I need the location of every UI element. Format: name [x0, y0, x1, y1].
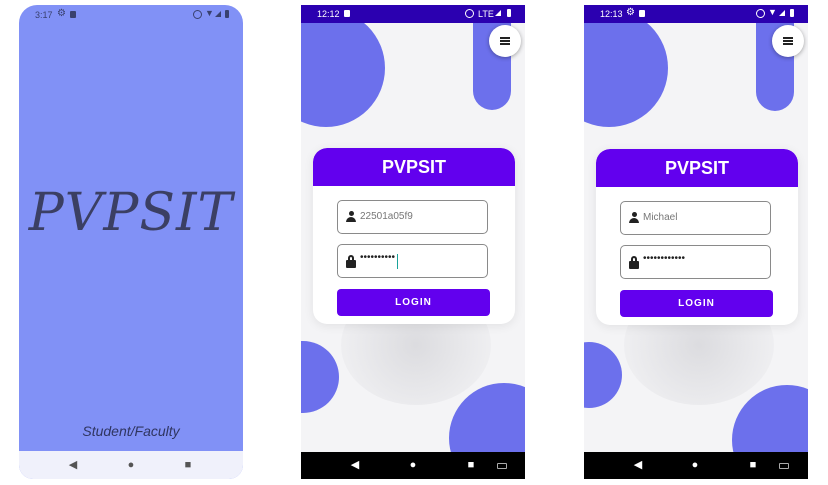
password-field[interactable]: •••••••••••• — [620, 245, 771, 279]
recents-square-icon[interactable]: ■ — [743, 452, 763, 479]
signal-icon — [779, 10, 785, 16]
lock-icon — [629, 256, 639, 269]
network-type-label: LTE — [478, 9, 494, 19]
sd-card-icon — [639, 10, 645, 17]
settings-gear-icon: ⚙ — [626, 7, 635, 18]
username-field[interactable]: Michael — [620, 201, 771, 235]
hamburger-menu-icon — [783, 37, 793, 45]
status-time: 12:12 — [317, 9, 340, 19]
status-bar: 12:13 ⚙ ▼ — [584, 5, 808, 23]
battery-icon — [790, 9, 794, 17]
password-value: •••••••••• — [360, 252, 396, 263]
hamburger-menu-icon — [500, 37, 510, 45]
sd-card-icon — [344, 10, 350, 17]
home-circle-icon[interactable]: ● — [685, 452, 705, 479]
decor-circle-top-left — [584, 9, 668, 127]
password-value: •••••••••••• — [643, 253, 686, 264]
login-card-title: PVPSIT — [313, 148, 515, 186]
back-triangle-icon[interactable]: ◀ — [345, 452, 365, 479]
navigation-bar: ◀ ● ■ — [301, 452, 525, 479]
status-time: 3:17 — [35, 10, 53, 20]
do-not-disturb-icon — [193, 10, 202, 19]
login-card: PVPSIT 22501a05f9 •••••••••• LOGIN — [313, 148, 515, 324]
username-value: 22501a05f9 — [360, 211, 413, 222]
person-icon — [629, 212, 639, 224]
splash-subtitle: Student/Faculty — [82, 423, 180, 439]
wifi-icon: ▼ — [768, 7, 777, 17]
wifi-icon: ▼ — [205, 8, 214, 18]
login-screen-b: 12:13 ⚙ ▼ PVPSIT Michael •••••••••••• LO… — [584, 5, 808, 479]
home-circle-icon[interactable]: ● — [121, 451, 141, 479]
navigation-bar: ◀ ● ■ — [584, 452, 808, 479]
keyboard-icon[interactable] — [779, 463, 789, 469]
settings-gear-icon: ⚙ — [57, 8, 66, 19]
login-card-title: PVPSIT — [596, 149, 798, 187]
battery-icon — [225, 10, 229, 18]
status-time: 12:13 — [600, 9, 623, 19]
home-circle-icon[interactable]: ● — [403, 452, 423, 479]
signal-icon — [495, 10, 501, 16]
person-icon — [346, 211, 356, 223]
text-cursor — [397, 254, 398, 269]
login-card: PVPSIT Michael •••••••••••• LOGIN — [596, 149, 798, 325]
navigation-bar: ◀ ● ■ — [19, 451, 243, 479]
login-button[interactable]: LOGIN — [620, 290, 773, 317]
login-button[interactable]: LOGIN — [337, 289, 490, 316]
username-field[interactable]: 22501a05f9 — [337, 200, 488, 234]
keyboard-icon[interactable] — [497, 463, 507, 469]
menu-button[interactable] — [772, 25, 804, 57]
battery-icon — [507, 9, 511, 17]
status-bar: 12:12 LTE — [301, 5, 525, 23]
app-logo-title: PVPSIT — [28, 183, 234, 243]
splash-screen: 3:17 ⚙ ▼ PVPSIT Student/Faculty ◀ ● ■ — [19, 5, 243, 479]
username-value: Michael — [643, 212, 678, 223]
do-not-disturb-icon — [756, 9, 765, 18]
back-triangle-icon[interactable]: ◀ — [63, 451, 83, 479]
decor-circle-left — [301, 341, 339, 413]
signal-icon — [215, 11, 221, 17]
menu-button[interactable] — [489, 25, 521, 57]
recents-square-icon[interactable]: ■ — [178, 451, 198, 479]
back-triangle-icon[interactable]: ◀ — [628, 452, 648, 479]
login-screen-a: 12:12 LTE PVPSIT 22501a05f9 •••••••••• L… — [301, 5, 525, 479]
do-not-disturb-icon — [465, 9, 474, 18]
status-bar: 3:17 ⚙ ▼ — [19, 5, 243, 25]
sd-card-icon — [70, 11, 76, 18]
decor-circle-left — [584, 342, 622, 408]
decor-circle-top-left — [301, 9, 385, 127]
password-field[interactable]: •••••••••• — [337, 244, 488, 278]
recents-square-icon[interactable]: ■ — [461, 452, 481, 479]
lock-icon — [346, 255, 356, 268]
